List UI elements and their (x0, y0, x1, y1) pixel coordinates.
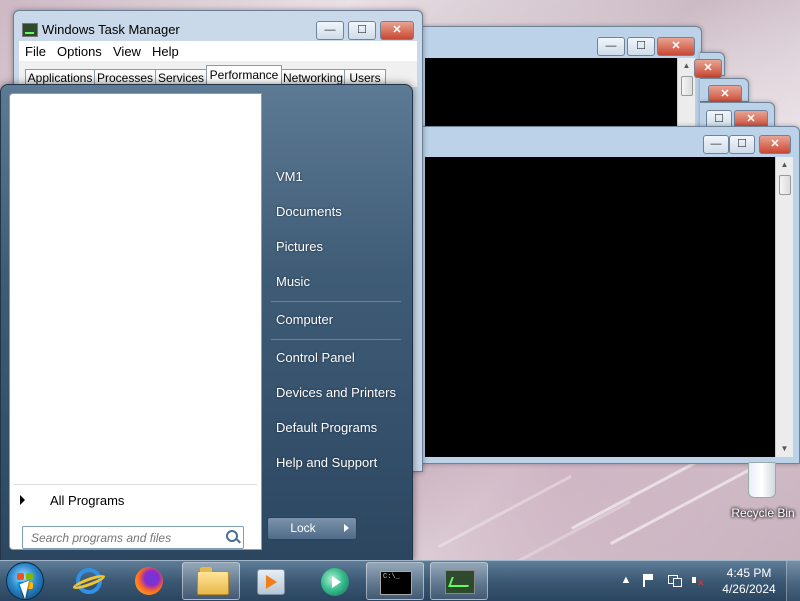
notification-area: ▲ (615, 561, 720, 601)
right-item-music[interactable]: Music (276, 274, 310, 289)
close-button[interactable]: ✕ (657, 37, 695, 56)
windows-media-player-icon (321, 568, 349, 596)
recycle-bin-icon[interactable] (748, 462, 776, 498)
scrollbar[interactable]: ▲ ▼ (775, 157, 793, 457)
taskbar-task-manager[interactable] (430, 562, 488, 600)
right-item-documents[interactable]: Documents (276, 204, 342, 219)
scroll-up-arrow-icon[interactable]: ▲ (678, 58, 695, 74)
right-item-default-programs[interactable]: Default Programs (276, 420, 377, 435)
divider (14, 484, 257, 485)
right-item-vm1[interactable]: VM1 (276, 169, 303, 184)
taskbar-media-center[interactable] (242, 562, 298, 598)
scroll-thumb[interactable] (779, 175, 791, 195)
network-icon[interactable] (667, 573, 682, 587)
recycle-bin-label: Recycle Bin (731, 506, 795, 520)
command-prompt-icon (380, 571, 412, 595)
action-center-flag-icon[interactable] (641, 573, 655, 587)
minimize-button[interactable]: — (316, 21, 344, 40)
clock[interactable]: 4:45 PM 4/26/2024 (718, 565, 780, 597)
window-title: Windows Task Manager (42, 22, 180, 37)
close-button[interactable]: ✕ (380, 21, 414, 40)
start-menu: All Programs VM1 Documents Pictures Musi… (0, 84, 413, 562)
scroll-down-arrow-icon[interactable]: ▼ (776, 441, 793, 457)
menu-bar: File Options View Help (19, 41, 417, 61)
close-button[interactable]: ✕ (694, 59, 722, 78)
task-manager-icon (22, 23, 38, 37)
right-item-computer[interactable]: Computer (276, 312, 333, 327)
show-hidden-icons-arrow-icon[interactable]: ▲ (619, 573, 633, 587)
scroll-up-arrow-icon[interactable]: ▲ (776, 157, 793, 173)
taskbar: ▲ 4:45 PM 4/26/2024 (0, 560, 800, 601)
show-desktop-button[interactable] (786, 561, 800, 601)
wallpaper-streak (438, 474, 572, 549)
minimize-button[interactable]: — (597, 37, 625, 56)
clock-time: 4:45 PM (726, 566, 772, 580)
firefox-icon (135, 567, 163, 595)
arrow-right-icon (20, 495, 25, 505)
console-output[interactable]: ▲ ▼ (425, 157, 793, 457)
all-programs-label: All Programs (50, 493, 125, 508)
volume-muted-icon[interactable] (691, 573, 705, 590)
maximize-button[interactable]: ☐ (348, 21, 376, 40)
scroll-thumb[interactable] (681, 76, 693, 96)
taskbar-windows-explorer[interactable] (182, 562, 240, 600)
taskbar-firefox[interactable] (120, 562, 176, 598)
shutdown-options-arrow-icon[interactable] (337, 517, 357, 540)
windows-explorer-folder-icon (197, 567, 229, 595)
divider (271, 301, 401, 302)
console-window-stacked[interactable]: ✕ (694, 52, 725, 78)
minimize-button[interactable]: — (703, 135, 729, 154)
recycle-bin[interactable]: Recycle Bin (728, 462, 798, 522)
search-icon[interactable] (226, 530, 238, 542)
right-item-pictures[interactable]: Pictures (276, 239, 323, 254)
clock-date: 4/26/2024 (722, 582, 776, 596)
console-window-stacked[interactable]: ✕ (700, 78, 749, 104)
right-item-control-panel[interactable]: Control Panel (276, 350, 355, 365)
right-item-devices-and-printers[interactable]: Devices and Printers (276, 385, 396, 400)
close-button[interactable]: ✕ (759, 135, 791, 154)
divider (271, 339, 401, 340)
windows-media-center-icon (257, 569, 285, 595)
menu-help[interactable]: Help (152, 44, 179, 59)
maximize-button[interactable]: ☐ (729, 135, 755, 154)
menu-options[interactable]: Options (57, 44, 102, 59)
programs-pane: All Programs (9, 93, 262, 550)
maximize-button[interactable]: ☐ (627, 37, 655, 56)
menu-view[interactable]: View (113, 44, 141, 59)
taskbar-internet-explorer[interactable] (60, 562, 116, 598)
console-window-stacked[interactable]: ☐ ✕ (700, 102, 775, 129)
taskbar-command-prompt[interactable] (366, 562, 424, 600)
lock-button[interactable]: Lock (267, 517, 339, 540)
task-manager-icon (445, 570, 475, 594)
taskbar-media-player[interactable] (306, 562, 362, 598)
search-input[interactable] (29, 527, 223, 548)
right-item-help-and-support[interactable]: Help and Support (276, 455, 377, 470)
search-box[interactable] (22, 526, 244, 549)
internet-explorer-icon (76, 568, 102, 594)
console-window-front[interactable]: — ☐ ✕ ▲ ▼ (418, 126, 800, 464)
menu-file[interactable]: File (25, 44, 46, 59)
